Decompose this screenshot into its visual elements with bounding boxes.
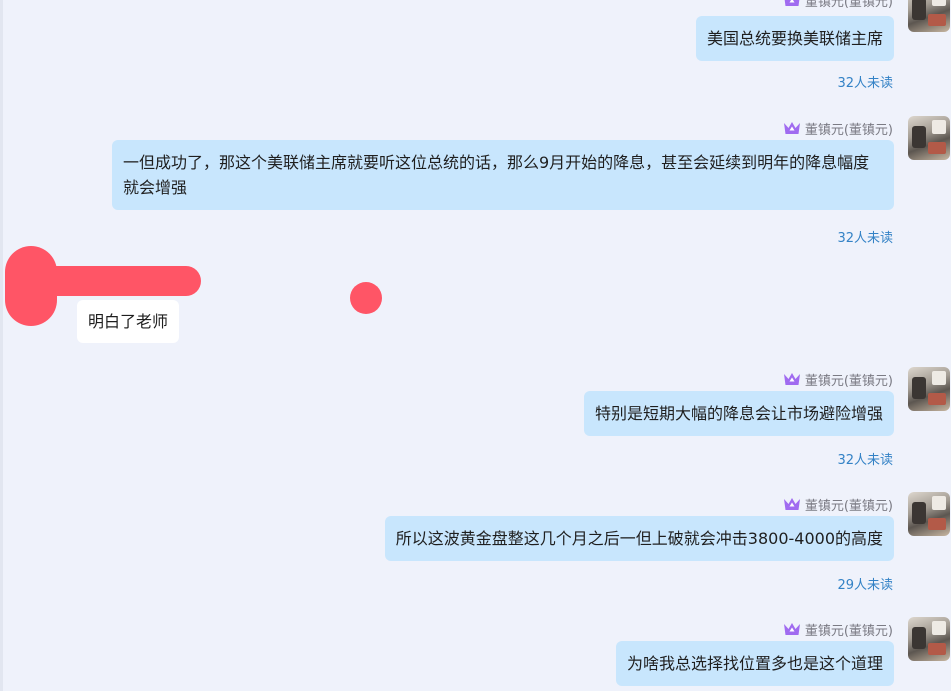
unread-count[interactable]: 32人未读	[837, 449, 893, 468]
message-bubble[interactable]: 一但成功了，那这个美联储主席就要听这位总统的话，那么9月开始的降息，甚至会延续到…	[112, 140, 894, 210]
crown-icon	[783, 122, 800, 134]
crown-icon	[784, 0, 800, 6]
avatar[interactable]	[908, 617, 950, 661]
sender-name: 董镇元(董镇元)	[804, 373, 893, 389]
sender-name: 董镇元(董镇元)	[804, 498, 893, 514]
redaction-mark	[350, 282, 382, 314]
avatar[interactable]	[908, 0, 950, 32]
crown-icon	[783, 373, 800, 385]
chat-message-list[interactable]: 董镇元(董镇元) 美国总统要换美联储主席 32人未读 董镇元(董镇元) 一但成功…	[0, 0, 951, 691]
sender-name: 董镇元(董镇元)	[804, 122, 893, 138]
sender-name: 董镇元(董镇元)	[804, 623, 893, 639]
message-bubble[interactable]: 明白了老师	[77, 300, 180, 343]
avatar[interactable]	[908, 116, 950, 160]
avatar[interactable]	[908, 492, 950, 536]
sender-line: 董镇元(董镇元)	[783, 369, 893, 389]
sender-name: 董镇元(董镇元)	[804, 0, 893, 10]
crown-icon	[783, 498, 800, 510]
crown-icon	[783, 623, 800, 635]
sender-line: 董镇元(董镇元)	[783, 619, 893, 639]
message-bubble[interactable]: 特别是短期大幅的降息会让市场避险增强	[583, 391, 894, 436]
sender-line: 董镇元(董镇元)	[783, 0, 893, 10]
message-bubble[interactable]: 为啥我总选择找位置多也是这个道理	[615, 641, 894, 686]
unread-count[interactable]: 29人未读	[837, 574, 893, 593]
message-bubble[interactable]: 美国总统要换美联储主席	[695, 16, 894, 61]
unread-count[interactable]: 32人未读	[837, 227, 893, 246]
sender-line: 董镇元(董镇元)	[783, 494, 893, 514]
redaction-mark	[5, 246, 57, 326]
unread-count[interactable]: 32人未读	[837, 72, 893, 91]
message-bubble[interactable]: 所以这波黄金盘整这几个月之后一但上破就会冲击3800-4000的高度	[384, 516, 894, 561]
sender-line: 董镇元(董镇元)	[783, 118, 893, 138]
panel-left-border	[0, 0, 3, 691]
avatar[interactable]	[908, 367, 950, 411]
